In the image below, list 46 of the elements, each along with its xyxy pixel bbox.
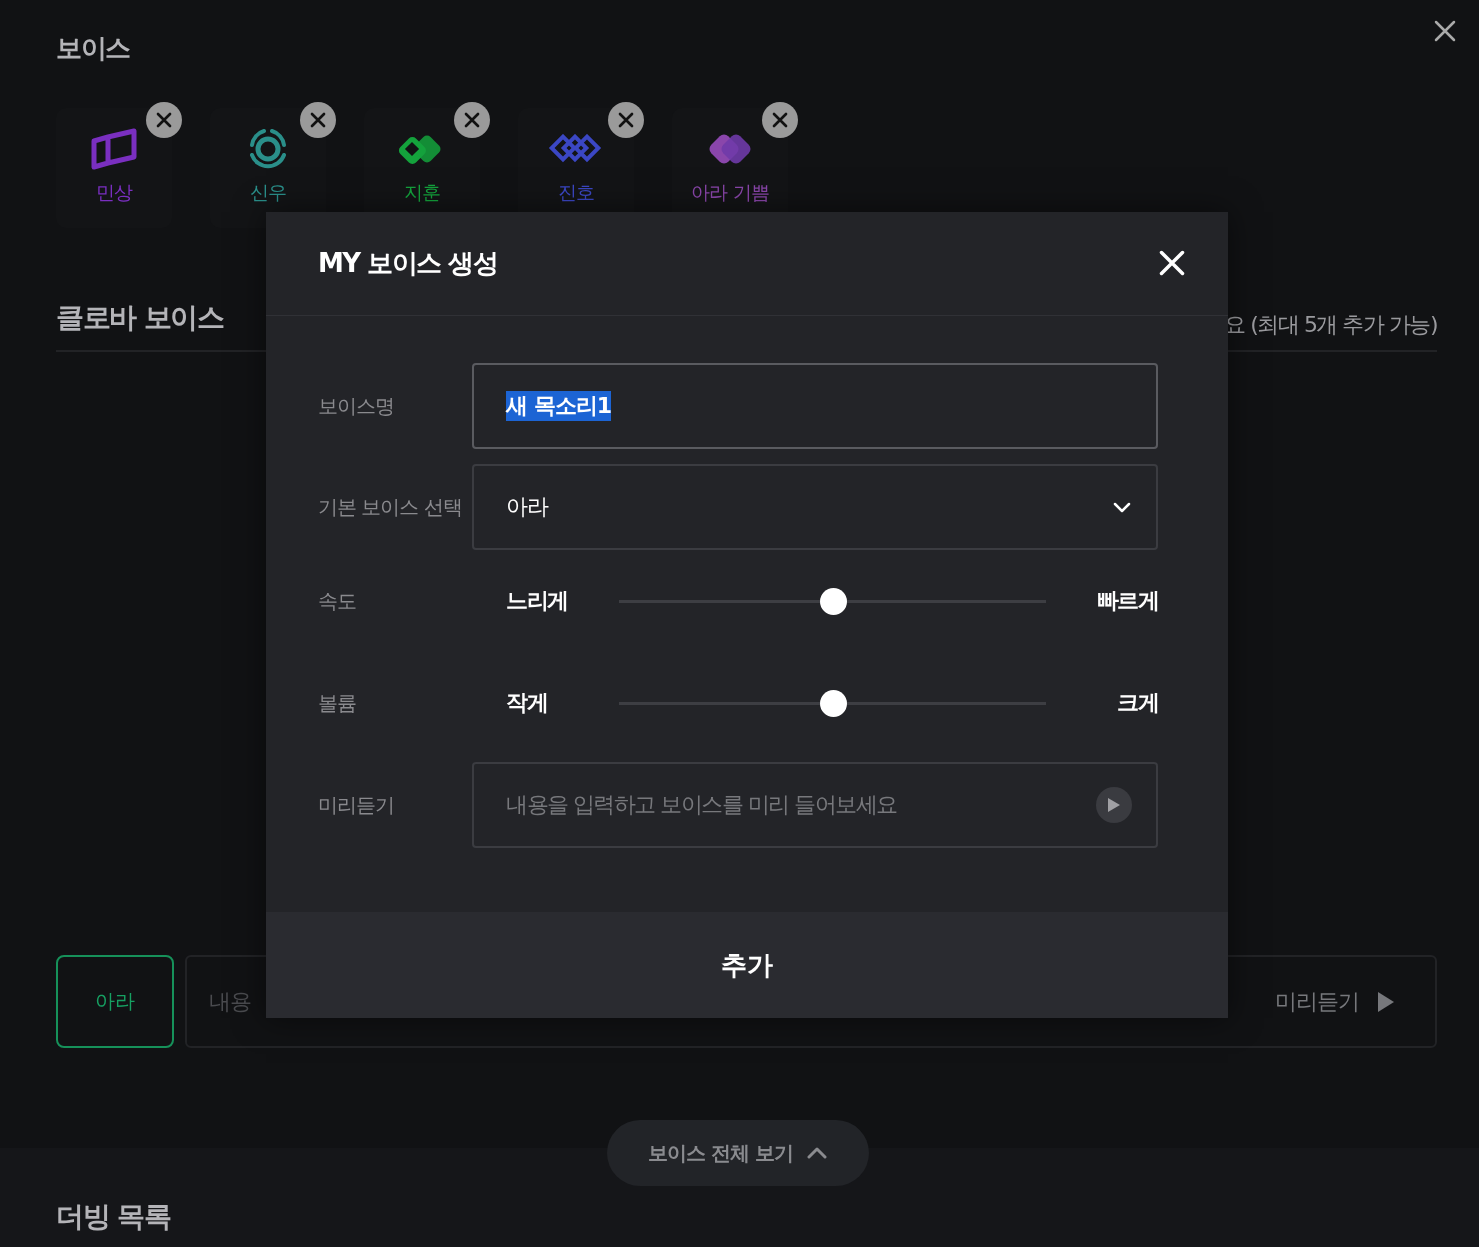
hint-text: 요 (최대 5개 추가 가능)	[1224, 311, 1437, 339]
remove-button[interactable]	[608, 102, 644, 138]
remove-button[interactable]	[454, 102, 490, 138]
section-title: 더빙 목록	[56, 1199, 172, 1235]
remove-button[interactable]	[146, 102, 182, 138]
voice-chip[interactable]: 아라	[56, 955, 174, 1048]
close-icon	[156, 112, 172, 128]
slider-thumb[interactable]	[819, 689, 847, 717]
field-label: 기본 보이스 선택	[318, 493, 463, 521]
field-label: 볼륨	[318, 689, 357, 717]
field-label: 미리듣기	[318, 791, 395, 819]
close-button[interactable]	[1433, 19, 1457, 43]
slider-max-label: 빠르게	[1095, 587, 1158, 615]
close-icon	[772, 112, 788, 128]
remove-button[interactable]	[300, 102, 336, 138]
voice-name: 민상	[96, 180, 132, 204]
preview-input[interactable]: 내용을 입력하고 보이스를 미리 들어보세요	[472, 762, 1158, 848]
preview-button[interactable]: 미리듣기	[1275, 986, 1395, 1017]
name-input[interactable]: 새 목소리1	[472, 363, 1158, 449]
voice-name: 지훈	[404, 180, 440, 204]
voice-name: 신우	[250, 180, 286, 204]
play-icon	[1377, 990, 1395, 1013]
book-icon	[90, 127, 138, 171]
add-button[interactable]: 추가	[266, 912, 1228, 1018]
close-icon	[310, 112, 326, 128]
section-title: 클로바 보이스	[56, 300, 224, 336]
close-icon	[618, 112, 634, 128]
slider-thumb[interactable]	[819, 587, 847, 615]
close-icon	[1433, 19, 1457, 43]
voice-name: 진호	[558, 180, 594, 204]
play-icon	[1107, 797, 1121, 813]
play-button[interactable]	[1096, 787, 1132, 823]
show-all-button[interactable]: 보이스 전체 보기	[606, 1120, 869, 1186]
voice-name: 아라 기쁨	[691, 180, 769, 204]
page-title: 보이스	[56, 31, 130, 65]
field-label: 보이스명	[318, 392, 395, 420]
close-icon	[464, 112, 480, 128]
remove-button[interactable]	[762, 102, 798, 138]
field-label: 속도	[318, 587, 357, 615]
slider-min-label: 작게	[505, 689, 548, 717]
slider-max-label: 크게	[1116, 689, 1158, 717]
slider-min-label: 느리게	[505, 587, 569, 615]
chevron-up-icon	[806, 1146, 827, 1160]
dialog-title: MY 보이스 생성	[318, 247, 498, 280]
close-icon	[1158, 248, 1186, 277]
voice-dropdown[interactable]: 아라	[472, 464, 1158, 550]
